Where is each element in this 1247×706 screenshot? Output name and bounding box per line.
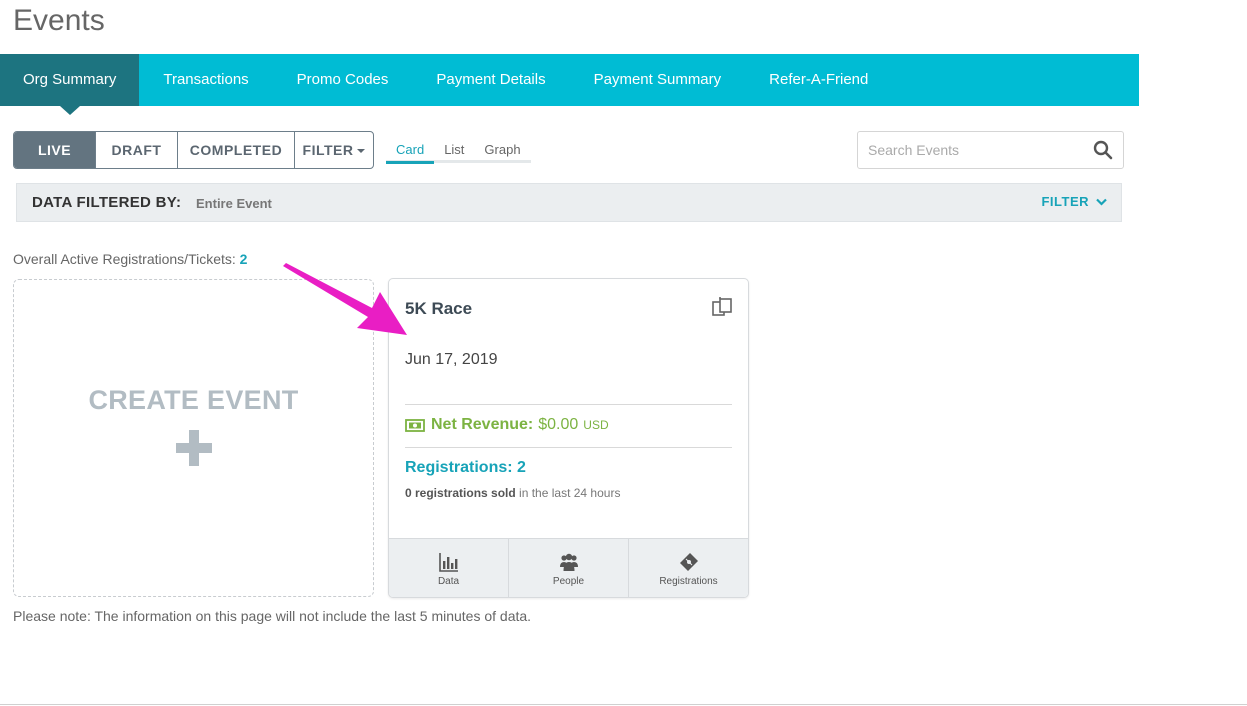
overall-registrations-count: 2 [239,251,248,267]
card-divider [405,404,732,405]
registrations-button[interactable]: Registrations [628,539,748,597]
caret-down-icon [357,149,366,154]
view-tab-list[interactable]: List [434,141,474,160]
event-card: 5K Race Jun 17, 2019 Net Revenue: $0.00 … [388,278,749,598]
create-event-label: CREATE EVENT [88,385,299,415]
bar-chart-icon [438,553,458,572]
filter-dropdown[interactable]: FILTER [294,132,373,168]
tab-payment-summary[interactable]: Payment Summary [570,54,746,106]
net-revenue: Net Revenue: $0.00 USD [405,416,609,434]
plus-icon [176,430,212,466]
filter-bar-toggle[interactable]: FILTER [1041,194,1107,209]
view-tab-graph[interactable]: Graph [474,141,530,160]
event-date: Jun 17, 2019 [405,351,498,368]
tab-promo-codes[interactable]: Promo Codes [273,54,413,106]
registrations-label: Registrations [659,576,718,587]
overall-registrations-label: Overall Active Registrations/Tickets: [13,251,236,267]
overall-registrations: Overall Active Registrations/Tickets: 2 [13,251,247,267]
draft-button[interactable]: DRAFT [95,132,177,168]
copy-icon[interactable] [711,296,733,318]
card-divider [405,447,732,448]
registrations-sold: 0 registrations sold in the last 24 hour… [405,486,620,500]
tab-org-summary[interactable]: Org Summary [0,54,140,115]
net-revenue-currency: USD [583,418,609,432]
net-revenue-label: Net Revenue: [431,416,534,433]
tab-payment-details[interactable]: Payment Details [412,54,569,106]
people-icon [559,553,578,571]
data-filter-bar: DATA FILTERED BY: Entire Event FILTER [16,183,1122,222]
registrations-sold-count: 0 registrations sold [405,486,516,500]
tab-refer-a-friend[interactable]: Refer-A-Friend [745,54,892,106]
registrations-sold-suffix: in the last 24 hours [519,486,621,500]
page-note: Please note: The information on this pag… [13,608,532,624]
people-label: People [552,576,585,587]
money-icon [405,418,425,432]
registrations-link[interactable]: Registrations: 2 [405,459,526,477]
data-button[interactable]: Data [389,539,508,597]
completed-button[interactable]: COMPLETED [177,132,294,168]
filter-dropdown-label: FILTER [302,142,354,158]
view-switcher: Card List Graph [386,141,531,164]
net-revenue-value: $0.00 [538,416,579,433]
search-box [857,131,1124,169]
chevron-down-icon [1096,198,1107,206]
status-filter-group: LIVE DRAFT COMPLETED FILTER [13,131,374,169]
search-icon[interactable] [1093,140,1113,160]
data-label: Data [437,576,460,587]
tab-transactions[interactable]: Transactions [139,54,272,106]
annotation-arrow [283,263,407,335]
filter-bar-label: DATA FILTERED BY: [32,194,182,211]
bottom-divider [0,704,1247,705]
filter-bar-value: Entire Event [196,196,272,211]
live-button[interactable]: LIVE [14,132,95,168]
people-button[interactable]: People [508,539,628,597]
view-tab-card[interactable]: Card [386,141,435,164]
filter-bar-toggle-label: FILTER [1041,194,1089,209]
page-title: Events [13,4,105,37]
search-input[interactable] [858,132,1088,168]
ticket-icon [679,553,698,571]
top-nav: Org Summary Transactions Promo Codes Pay… [0,54,1139,115]
card-footer: Data People Registrations [389,538,748,597]
